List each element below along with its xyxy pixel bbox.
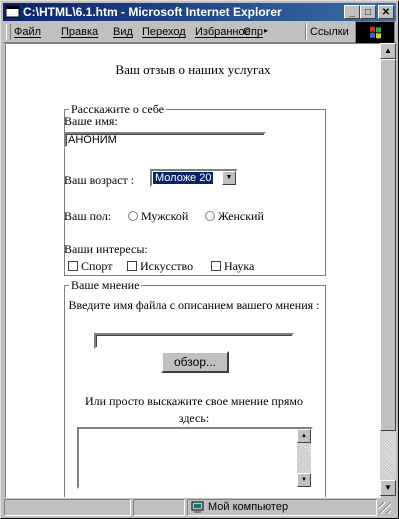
status-zone-panel: Мой компьютер [187, 499, 377, 516]
interest-sport-label: Спорт [81, 259, 113, 273]
interest-art-checkbox[interactable] [127, 261, 137, 271]
gender-female-radio[interactable] [205, 211, 215, 221]
toolbar-grip[interactable] [6, 24, 11, 40]
page-scrollbar[interactable]: ▲ ▼ [380, 43, 396, 496]
gender-female-label: Женский [218, 209, 264, 223]
interest-sport-checkbox[interactable] [68, 261, 78, 271]
age-label: Ваш возраст : [64, 173, 135, 187]
name-input[interactable]: АНОНИМ [64, 132, 266, 148]
menu-go[interactable]: Переход [142, 26, 186, 38]
chevron-down-icon[interactable]: ▼ [222, 171, 236, 185]
menu-file[interactable]: Файл [14, 26, 41, 38]
opinion-textarea[interactable]: ▲ ▼ [77, 427, 313, 489]
menu-overflow-chevron-icon[interactable]: ▸ [264, 26, 268, 35]
window-title: C:\HTML\6.1.htm - Microsoft Internet Exp… [23, 5, 282, 19]
scroll-up-arrow-icon[interactable]: ▲ [297, 429, 311, 443]
title-bar[interactable]: C:\HTML\6.1.htm - Microsoft Internet Exp… [3, 3, 396, 21]
menu-view[interactable]: Вид [113, 26, 133, 38]
age-select[interactable]: Моложе 20 ▼ [150, 169, 238, 187]
close-button[interactable]: ✕ [378, 5, 394, 19]
interest-science-label: Наука [224, 259, 255, 273]
status-zone-label: Мой компьютер [208, 501, 289, 513]
opinion-legend: Ваше мнение [71, 278, 140, 292]
status-bar: Мой компьютер [3, 498, 396, 516]
page-scroll-down-arrow-icon[interactable]: ▼ [380, 480, 396, 496]
computer-icon [191, 501, 204, 513]
interest-art-label: Искусство [140, 259, 194, 273]
menu-bar: Файл Правка Вид Переход Избранное Справ … [3, 21, 396, 44]
opinion-text-prompt: Или просто выскажите свое мнение прямо з… [85, 394, 303, 425]
windows-flag-icon [370, 26, 381, 39]
status-progress-panel [133, 499, 185, 516]
resize-grip[interactable] [379, 502, 391, 514]
name-label: Ваше имя: [64, 114, 118, 128]
maximize-button[interactable]: □ [360, 5, 376, 19]
interests-label: Ваши интересы: [64, 242, 148, 256]
gender-male-label: Мужской [141, 209, 189, 223]
page-heading: Ваш отзыв о наших услугах [115, 62, 271, 77]
links-label: Ссылки [310, 26, 349, 38]
page-scroll-thumb[interactable] [380, 59, 396, 431]
scroll-down-arrow-icon[interactable]: ▼ [297, 473, 311, 487]
interest-science-checkbox[interactable] [211, 261, 221, 271]
file-prompt-text: Введите имя файла с описанием вашего мне… [68, 298, 320, 312]
file-path-input[interactable] [94, 333, 294, 349]
ie-window-icon [6, 5, 20, 18]
age-select-value: Моложе 20 [153, 172, 213, 184]
gender-male-radio[interactable] [128, 211, 138, 221]
status-text-panel [4, 499, 131, 516]
windows-logo-throbber [355, 21, 395, 44]
page-content: Ваш отзыв о наших услугах Расскажите о с… [5, 43, 381, 498]
menu-help[interactable]: Справ [243, 26, 263, 38]
minimize-button[interactable]: _ [344, 5, 360, 19]
menu-edit[interactable]: Правка [61, 26, 98, 38]
textarea-scrollbar[interactable]: ▲ ▼ [297, 429, 311, 487]
browse-button[interactable]: обзор... [161, 351, 229, 373]
browser-window: C:\HTML\6.1.htm - Microsoft Internet Exp… [0, 0, 399, 519]
page-scroll-up-arrow-icon[interactable]: ▲ [380, 43, 396, 59]
links-toolbar[interactable]: Ссылки [305, 23, 353, 40]
gender-label: Ваш пол: [64, 209, 112, 223]
